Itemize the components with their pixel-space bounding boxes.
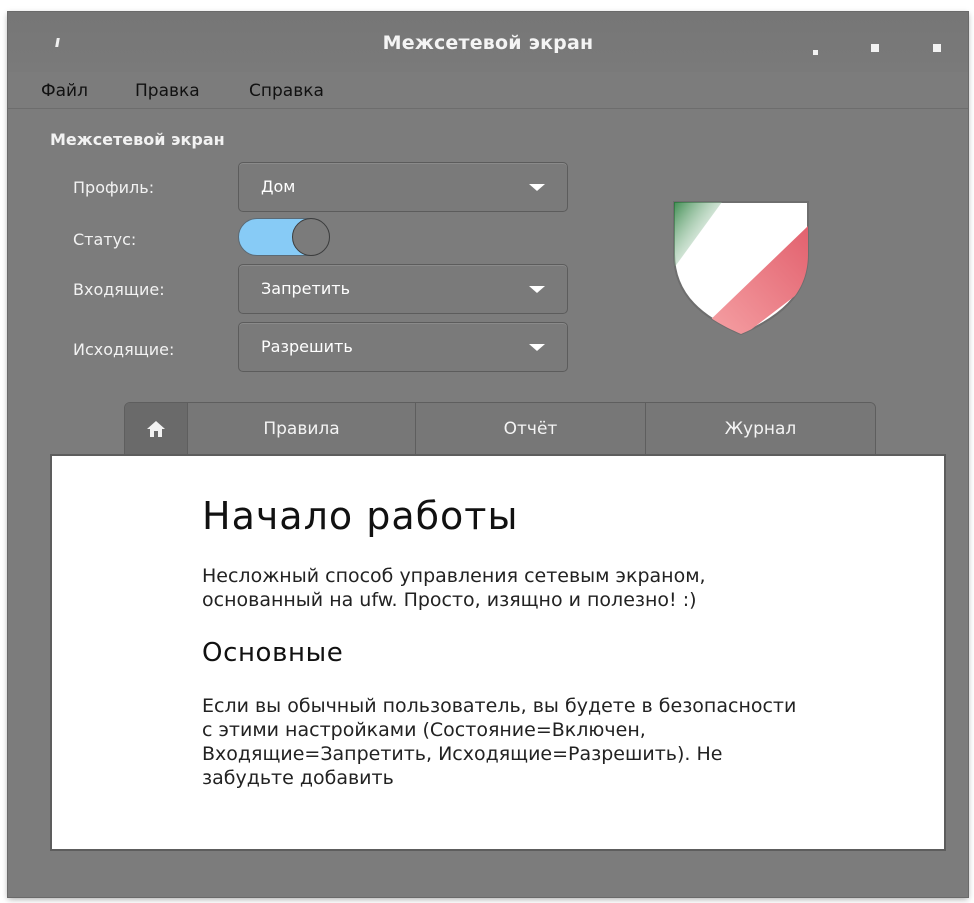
- help-article: Начало работы Несложный способ управлени…: [202, 494, 802, 790]
- help-body: Если вы обычный пользователь, вы будете …: [202, 695, 797, 789]
- profile-select[interactable]: Дом: [238, 162, 568, 212]
- incoming-value: Запретить: [261, 279, 350, 298]
- help-heading: Начало работы: [202, 494, 519, 538]
- chevron-down-icon: [529, 344, 545, 351]
- profile-value: Дом: [261, 177, 296, 196]
- section-title: Межсетевой экран: [50, 130, 225, 149]
- menu-help[interactable]: Справка: [249, 81, 324, 101]
- chevron-down-icon: [529, 184, 545, 191]
- shield-icon: [673, 201, 809, 336]
- profile-label: Профиль:: [73, 178, 155, 197]
- outgoing-label: Исходящие:: [73, 340, 175, 359]
- tab-log[interactable]: Журнал: [645, 403, 875, 454]
- help-subheading: Основные: [202, 638, 344, 668]
- app-window: Межсетевой экран Файл Правка Справка Меж…: [8, 12, 968, 897]
- menu-file[interactable]: Файл: [41, 81, 88, 101]
- menu-edit[interactable]: Правка: [135, 81, 200, 101]
- chevron-down-icon: [529, 286, 545, 293]
- status-toggle[interactable]: [238, 218, 330, 256]
- maximize-button[interactable]: [871, 44, 879, 52]
- help-content[interactable]: Начало работы Несложный способ управлени…: [50, 454, 946, 851]
- close-button[interactable]: [933, 44, 941, 52]
- outgoing-value: Разрешить: [261, 337, 353, 356]
- incoming-label: Входящие:: [73, 280, 165, 299]
- status-label: Статус:: [73, 230, 137, 249]
- titlebar[interactable]: Межсетевой экран: [8, 12, 968, 72]
- toggle-knob: [292, 218, 330, 256]
- incoming-select[interactable]: Запретить: [238, 264, 568, 314]
- minimize-button[interactable]: [813, 50, 818, 55]
- tab-bar: Правила Отчёт Журнал: [124, 402, 876, 455]
- tab-rules[interactable]: Правила: [187, 403, 415, 454]
- tab-report[interactable]: Отчёт: [415, 403, 645, 454]
- window-title: Межсетевой экран: [382, 32, 594, 54]
- outgoing-select[interactable]: Разрешить: [238, 322, 568, 372]
- help-intro: Несложный способ управления сетевым экра…: [202, 565, 706, 611]
- home-icon: [147, 420, 165, 437]
- menubar: Файл Правка Справка: [8, 72, 968, 109]
- tab-home[interactable]: [125, 403, 187, 454]
